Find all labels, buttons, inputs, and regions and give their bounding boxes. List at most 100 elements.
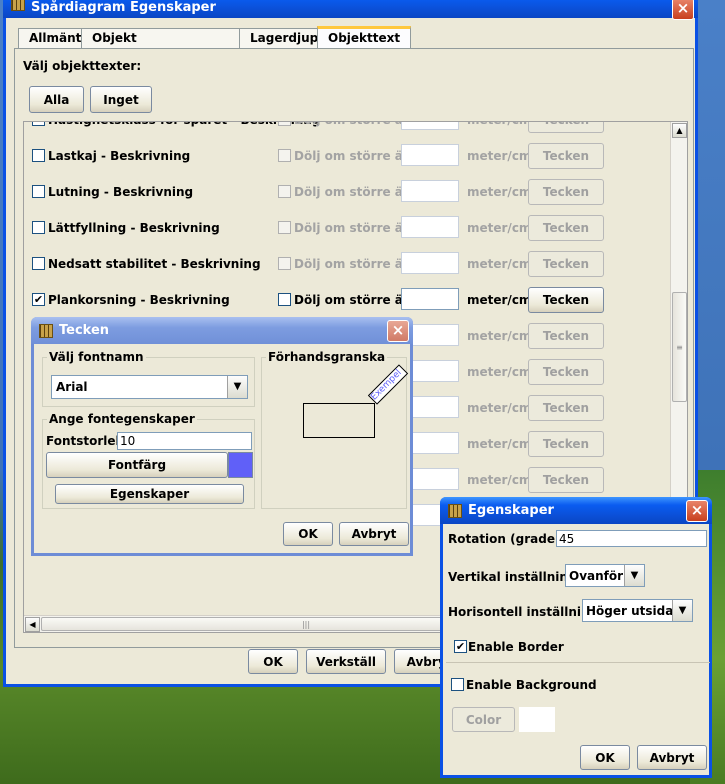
object-text-checkbox[interactable]: ✔ [32, 293, 45, 306]
close-icon[interactable]: × [672, 0, 694, 20]
enable-background-label: Enable Background [466, 678, 597, 692]
hide-if-larger-checkbox[interactable] [278, 257, 291, 270]
tab-lagerdjup[interactable]: Lagerdjup [239, 28, 319, 48]
close-icon[interactable]: × [387, 320, 409, 342]
list-item: Lastkaj - Beskrivning Dölj om större än me… [24, 141, 669, 171]
font-settings-button[interactable]: Tecken [528, 251, 604, 277]
hide-if-larger-label: Dölj om större än [294, 257, 412, 271]
scale-input[interactable] [401, 252, 459, 274]
close-icon[interactable]: × [686, 500, 708, 522]
horizontal-label: Horisontell inställning: [448, 605, 603, 619]
object-text-checkbox[interactable] [32, 257, 45, 270]
scale-unit-label: meter/cm [467, 437, 532, 451]
font-settings-button[interactable]: Tecken [528, 122, 604, 133]
font-settings-button[interactable]: Tecken [528, 323, 604, 349]
font-size-label: Fontstorlek: [46, 434, 129, 448]
scroll-thumb[interactable]: ≡ [672, 292, 687, 402]
bg-color-button[interactable]: Color [452, 707, 515, 732]
font-settings-button[interactable]: Tecken [528, 395, 604, 421]
hide-if-larger-checkbox[interactable] [278, 185, 291, 198]
props-ok-button[interactable]: OK [580, 745, 630, 770]
font-settings-button[interactable]: Tecken [528, 359, 604, 385]
preview-box [303, 403, 375, 438]
list-item: Nedsatt stabilitet - Beskrivning Dölj om … [24, 249, 669, 279]
rotation-field[interactable]: 45 [556, 530, 707, 547]
font-size-value: 10 [120, 434, 136, 448]
list-item: Lutning - Beskrivning Dölj om större än me… [24, 177, 669, 207]
object-text-checkbox[interactable] [32, 221, 45, 234]
select-all-button[interactable]: Alla [29, 86, 84, 113]
vertical-value: Ovanför [569, 569, 624, 583]
props-dialog-titlebar[interactable]: Egenskaper × [440, 497, 712, 524]
rotation-label: Rotation (grader): [448, 532, 572, 546]
main-window-title: Spårdiagram Egenskaper [31, 0, 216, 15]
hide-if-larger-label: Dölj om större än [294, 293, 412, 307]
object-text-label: Plankorsning - Beskrivning [48, 293, 230, 307]
scale-unit-label: meter/cm [467, 401, 532, 415]
props-cancel-button[interactable]: Avbryt [637, 745, 707, 770]
object-text-checkbox[interactable] [32, 149, 45, 162]
font-size-field[interactable]: 10 [117, 432, 252, 450]
hide-if-larger-checkbox[interactable] [278, 122, 291, 126]
font-ok-button[interactable]: OK [283, 522, 333, 546]
scale-input[interactable] [401, 144, 459, 166]
scale-input[interactable] [401, 288, 459, 310]
font-name-value: Arial [56, 380, 88, 394]
scale-unit-label: meter/cm [467, 473, 532, 487]
scale-input[interactable] [401, 122, 459, 130]
app-icon [11, 0, 25, 11]
props-dialog-title: Egenskaper [468, 503, 554, 518]
hide-if-larger-checkbox[interactable] [278, 149, 291, 162]
scroll-up-icon[interactable]: ▲ [672, 123, 687, 138]
object-text-checkbox[interactable] [32, 185, 45, 198]
font-properties-button[interactable]: Egenskaper [55, 484, 244, 504]
main-titlebar[interactable]: Spårdiagram Egenskaper × [3, 0, 698, 20]
object-text-label: Nedsatt stabilitet - Beskrivning [48, 257, 261, 271]
font-settings-button[interactable]: Tecken [528, 215, 604, 241]
chevron-down-icon[interactable]: ▼ [227, 376, 247, 398]
vertical-select[interactable]: Ovanför ▼ [565, 564, 645, 587]
font-cancel-button[interactable]: Avbryt [339, 522, 409, 546]
select-none-button[interactable]: Inget [90, 86, 152, 113]
ok-button[interactable]: OK [248, 649, 298, 674]
scale-unit-label: meter/cm [467, 365, 532, 379]
object-text-label: Lättfyllning - Beskrivning [48, 221, 220, 235]
font-settings-button[interactable]: Tecken [528, 143, 604, 169]
font-name-group: Välj fontnamn Arial ▼ [42, 350, 255, 407]
hide-if-larger-checkbox[interactable] [278, 293, 291, 306]
font-color-button[interactable]: Fontfärg [46, 452, 228, 478]
font-dialog: Tecken × Välj fontnamn Arial ▼ Ange font… [31, 317, 413, 556]
app-icon [448, 503, 462, 518]
font-settings-button[interactable]: Tecken [528, 287, 604, 313]
scale-input[interactable] [401, 216, 459, 238]
choose-texts-label: Välj objekttexter: [23, 59, 142, 73]
horizontal-value: Höger utsida [586, 604, 674, 618]
list-item: Hastighetsklass för spåret - Beskrivning… [24, 122, 669, 135]
font-settings-button[interactable]: Tecken [528, 467, 604, 493]
chevron-down-icon[interactable]: ▼ [624, 565, 644, 586]
props-separator [446, 662, 710, 663]
horizontal-select[interactable]: Höger utsida ▼ [582, 599, 693, 622]
object-text-label: Lutning - Beskrivning [48, 185, 194, 199]
scale-unit-label: meter/cm [467, 293, 532, 307]
object-text-checkbox[interactable] [32, 122, 45, 126]
font-dialog-titlebar[interactable]: Tecken × [31, 317, 413, 344]
apply-button[interactable]: Verkställ [306, 649, 386, 674]
font-settings-button[interactable]: Tecken [528, 431, 604, 457]
scroll-left-icon[interactable]: ◀ [25, 617, 40, 632]
font-settings-button[interactable]: Tecken [528, 179, 604, 205]
enable-background-checkbox[interactable] [451, 678, 464, 691]
preview-rotated-text: Exempel [367, 364, 409, 405]
font-name-select[interactable]: Arial ▼ [51, 375, 248, 399]
scale-unit-label: meter/cm [467, 257, 532, 271]
scale-unit-label: meter/cm [467, 185, 532, 199]
font-color-swatch[interactable] [228, 452, 253, 478]
enable-border-checkbox[interactable]: ✔ [454, 640, 467, 653]
chevron-down-icon[interactable]: ▼ [672, 600, 692, 621]
scale-input[interactable] [401, 180, 459, 202]
tab-objekt[interactable]: Objekt [81, 28, 241, 48]
preview-group-title: Förhandsgranska [266, 350, 388, 364]
tab-objekttext[interactable]: Objekttext [317, 26, 412, 49]
font-name-group-title: Välj fontnamn [47, 350, 146, 364]
hide-if-larger-checkbox[interactable] [278, 221, 291, 234]
